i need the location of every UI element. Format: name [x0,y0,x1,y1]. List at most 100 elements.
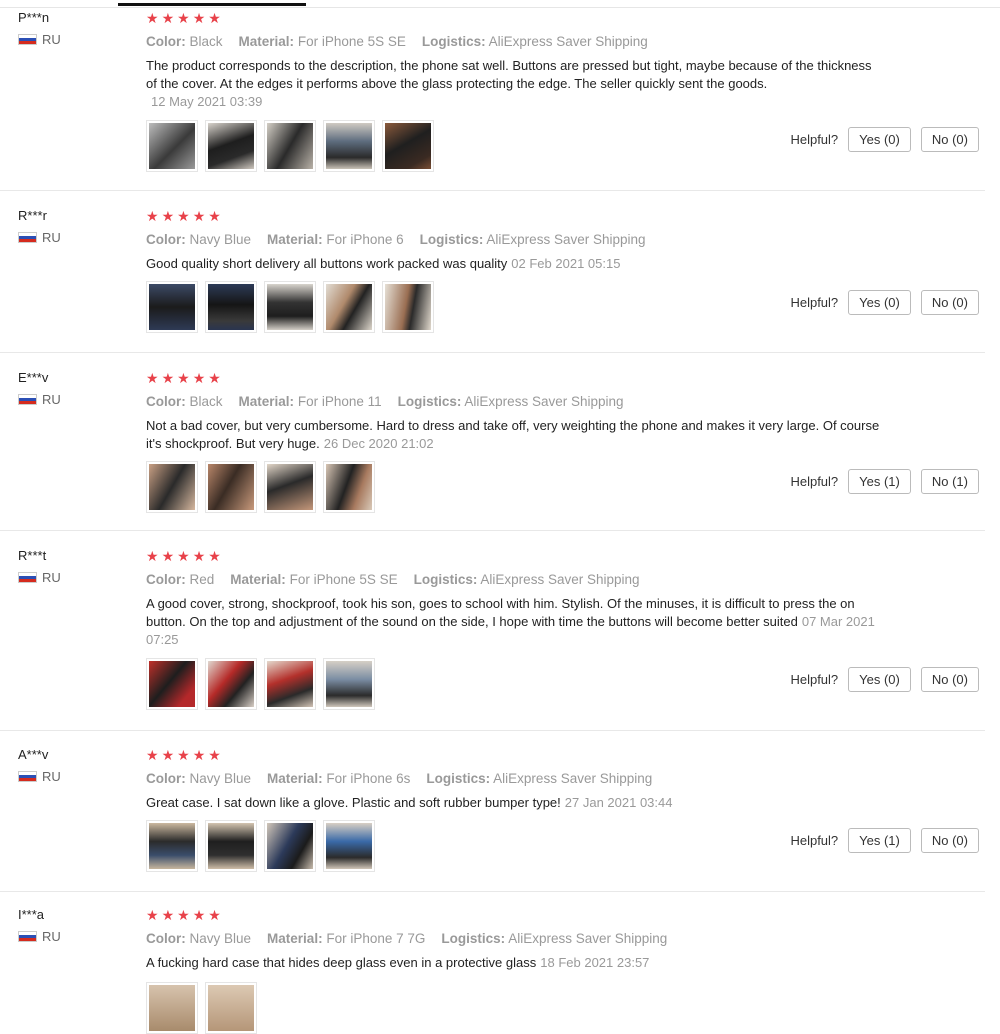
reviewer-info: R***r RU [18,208,61,245]
review-photo[interactable] [323,461,375,513]
helpful-label: Helpful? [790,672,839,687]
review-item: R***r RU ★ ★ ★ ★ ★ Color: Navy Blue Material:… [0,208,985,353]
helpful-label: Helpful? [790,833,839,848]
review-photos [146,461,375,513]
material-value: For iPhone 6s [326,771,411,786]
review-content: ★ ★ ★ ★ ★ Color: Red Material: For iPhone 5S … [146,548,881,649]
reviewer-info: P***n RU [18,10,61,47]
helpful-vote: Helpful? Yes (0) No (0) [790,290,979,315]
color-label: Color: [146,232,186,247]
review-photo[interactable] [382,120,434,172]
review-item: I***a RU ★ ★ ★ ★ ★ Color: Navy Blue Material:… [0,907,985,1034]
review-photo[interactable] [323,120,375,172]
star-icon: ★ [161,370,175,386]
helpful-label: Helpful? [790,132,839,147]
material-value: For iPhone 5S SE [289,572,398,587]
reviewer-name: E***v [18,370,49,385]
russia-flag-icon [18,771,37,782]
star-icon: ★ [208,208,221,224]
reviewer-name: A***v [18,747,49,762]
russia-flag-icon [18,572,37,583]
star-rating: ★ ★ ★ ★ ★ [146,548,881,564]
star-rating: ★ ★ ★ ★ ★ [146,10,881,26]
country-code: RU [42,769,61,784]
material-label: Material: [238,34,295,49]
star-icon: ★ [177,548,190,564]
star-rating: ★ ★ ★ ★ ★ [146,747,881,763]
country-code: RU [42,929,61,944]
review-body: Not a bad cover, but very cumbersome. Ha… [146,418,880,451]
review-photo[interactable] [146,982,198,1034]
review-photo[interactable] [323,281,375,333]
review-photos [146,120,434,172]
color-value: Black [189,34,223,49]
review-photo[interactable] [205,120,257,172]
review-text: A fucking hard case that hides deep glas… [146,954,881,972]
reviewer-country: RU [18,392,61,407]
russia-flag-icon [18,931,37,942]
review-photo[interactable] [205,281,257,333]
logistics-value: AliExpress Saver Shipping [508,931,668,946]
review-photo[interactable] [146,820,198,872]
helpful-no-button[interactable]: No (0) [920,127,979,152]
review-photo[interactable] [146,658,198,710]
star-icon: ★ [161,548,175,564]
russia-flag-icon [18,394,37,405]
reviewer-name: R***t [18,548,47,563]
review-photo[interactable] [382,281,434,333]
star-icon: ★ [208,747,221,763]
star-icon: ★ [161,208,175,224]
star-icon: ★ [146,208,159,224]
helpful-no-button[interactable]: No (0) [920,290,979,315]
star-icon: ★ [177,370,190,386]
review-photo[interactable] [264,820,316,872]
helpful-no-button[interactable]: No (1) [920,469,979,494]
star-icon: ★ [177,747,190,763]
helpful-yes-button[interactable]: Yes (0) [848,290,911,315]
russia-flag-icon [18,232,37,243]
helpful-no-button[interactable]: No (0) [920,828,979,853]
review-body: A good cover, strong, shockproof, took h… [146,596,855,629]
review-photo[interactable] [264,120,316,172]
material-label: Material: [267,931,323,946]
review-photos [146,658,375,710]
helpful-yes-button[interactable]: Yes (1) [848,469,911,494]
review-photo[interactable] [146,281,198,333]
review-photo[interactable] [264,461,316,513]
star-icon: ★ [177,10,190,26]
review-photo[interactable] [205,982,257,1034]
review-photo[interactable] [264,281,316,333]
helpful-yes-button[interactable]: Yes (0) [848,127,911,152]
review-photo[interactable] [205,658,257,710]
review-photo[interactable] [205,461,257,513]
star-icon: ★ [192,907,206,923]
review-date: 26 Dec 2020 21:02 [323,436,434,451]
review-body: Good quality short delivery all buttons … [146,256,508,271]
review-photo[interactable] [323,658,375,710]
review-photo[interactable] [264,658,316,710]
helpful-label: Helpful? [790,295,839,310]
helpful-yes-button[interactable]: Yes (0) [848,667,911,692]
material-label: Material: [238,394,295,409]
review-content: ★ ★ ★ ★ ★ Color: Black Material: For iPhone 1… [146,370,881,453]
review-photo[interactable] [205,820,257,872]
reviewer-country: RU [18,769,61,784]
star-icon: ★ [208,10,221,26]
star-icon: ★ [161,10,175,26]
helpful-yes-button[interactable]: Yes (1) [848,828,911,853]
review-text: Great case. I sat down like a glove. Pla… [146,794,881,812]
star-icon: ★ [208,548,221,564]
material-value: For iPhone 6 [326,232,404,247]
star-icon: ★ [192,370,206,386]
star-icon: ★ [208,370,221,386]
review-photo[interactable] [146,461,198,513]
country-code: RU [42,570,61,585]
helpful-no-button[interactable]: No (0) [920,667,979,692]
review-text: Not a bad cover, but very cumbersome. Ha… [146,417,881,453]
review-photo[interactable] [146,120,198,172]
color-value: Navy Blue [189,232,252,247]
star-icon: ★ [146,747,159,763]
review-photo[interactable] [323,820,375,872]
reviewer-name: R***r [18,208,47,223]
material-value: For iPhone 11 [297,394,382,409]
